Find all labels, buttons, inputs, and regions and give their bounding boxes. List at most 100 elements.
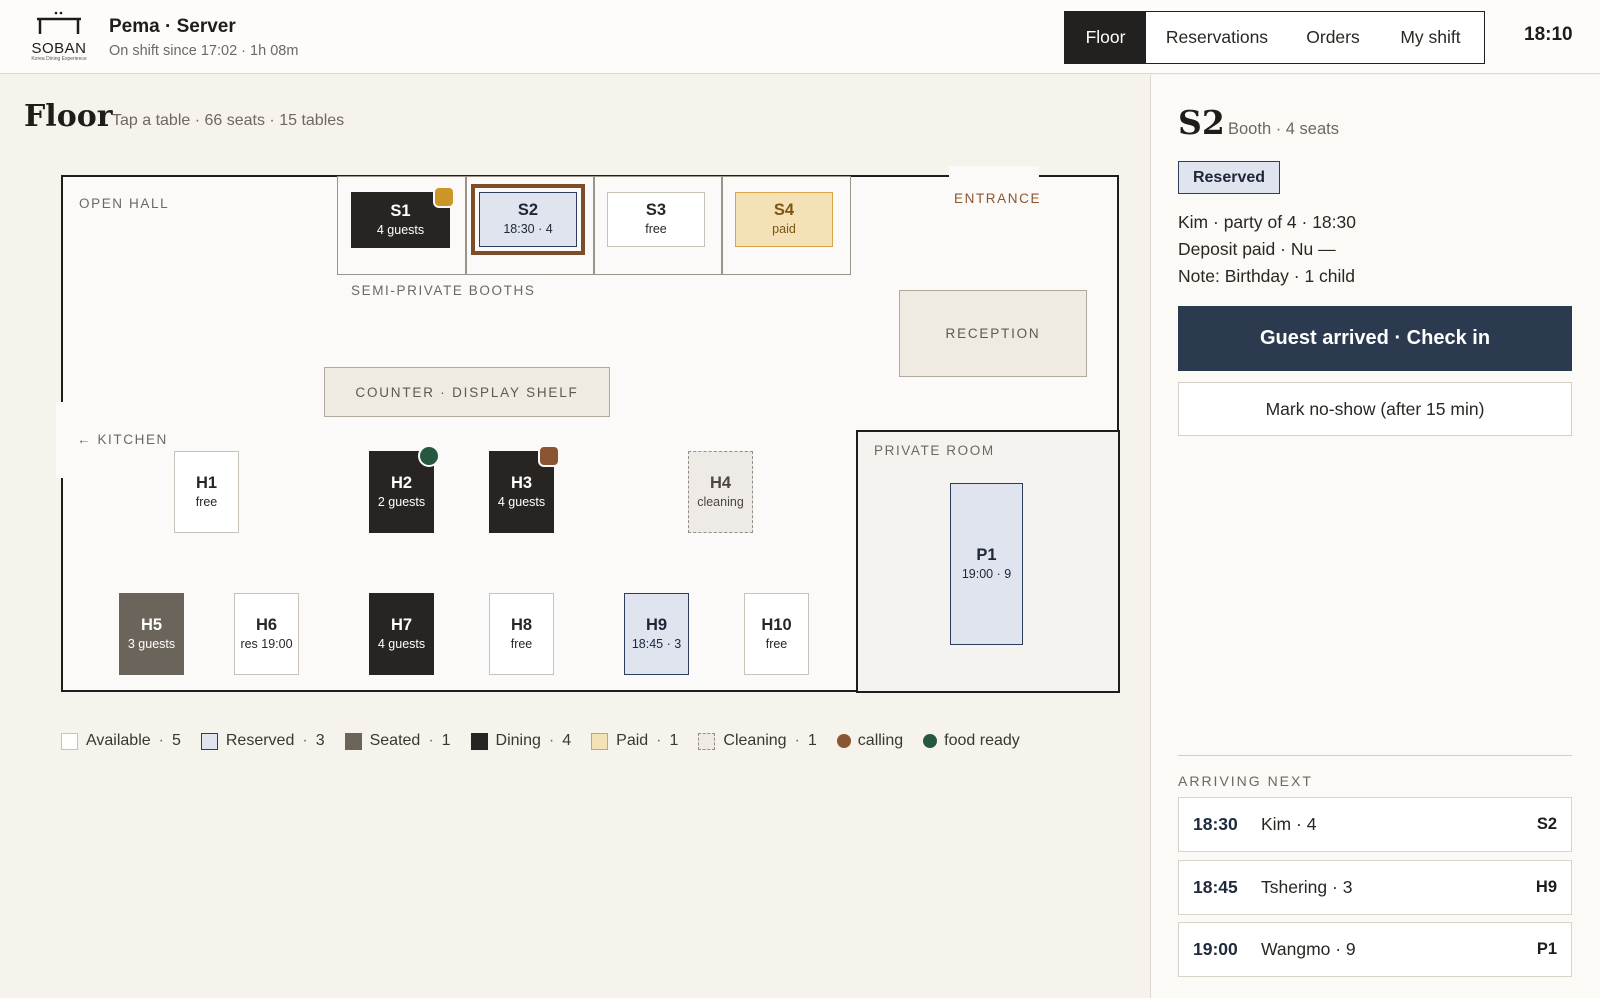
seated-swatch	[344, 732, 362, 750]
legend-count: 1	[441, 732, 451, 749]
legend-cleaning: Cleaning · 1	[698, 732, 817, 750]
legend-label: Paid	[616, 732, 649, 749]
table-status-text: free	[510, 636, 533, 651]
legend-count: 3	[315, 732, 325, 749]
server-name: Pema · Server	[109, 16, 236, 37]
table-id: H8	[510, 615, 533, 634]
tab-orders[interactable]: Orders	[1288, 12, 1378, 63]
dining-swatch	[470, 732, 488, 750]
tab-floor[interactable]: Floor	[1065, 12, 1146, 63]
table-status-text: 19:00 · 9	[961, 566, 1012, 581]
table-id: H1	[195, 473, 218, 492]
legend-count: 1	[669, 732, 679, 749]
table-id: H9	[645, 615, 668, 634]
arrival-row[interactable]: 18:45 Tshering · 3 H9	[1178, 860, 1572, 915]
legend-label: Reserved	[225, 732, 295, 749]
table-id: S2	[517, 201, 539, 220]
detail-table-id: S2	[1178, 103, 1225, 142]
legend-label: Available	[86, 732, 151, 749]
counter-display-shelf: COUNTER · DISPLAY SHELF	[324, 367, 610, 417]
legend-label: Cleaning	[723, 732, 787, 749]
table-s3[interactable]: S3 free	[607, 192, 705, 247]
table-h7[interactable]: H7 4 guests	[369, 593, 434, 675]
detail-table-type: Booth · 4 seats	[1228, 120, 1339, 138]
table-status-text: cleaning	[697, 494, 744, 509]
arrival-time: 18:30	[1193, 814, 1238, 834]
table-id: H7	[390, 615, 413, 634]
table-status-text: free	[645, 222, 667, 237]
server-info: Pema · Server On shift since 17:02 · 1h …	[109, 16, 298, 59]
paid-swatch	[591, 732, 609, 750]
legend-label: calling	[857, 732, 904, 749]
table-h4[interactable]: H4 cleaning	[688, 451, 753, 533]
legend-count: 4	[562, 732, 572, 749]
clock: 18:10	[1524, 24, 1573, 45]
table-h8[interactable]: H8 free	[489, 593, 554, 675]
table-h6[interactable]: H6 res 19:00	[234, 593, 299, 675]
page-subtitle: Tap a table · 66 seats · 15 tables	[112, 112, 345, 129]
no-show-button[interactable]: Mark no-show (after 15 min)	[1178, 382, 1572, 436]
table-status-text: free	[195, 494, 218, 509]
arrival-time: 18:45	[1193, 877, 1238, 897]
logo-tagline: Korea Dining Experience	[31, 56, 87, 62]
divider	[1178, 755, 1572, 756]
table-status-text: paid	[772, 222, 796, 237]
page-title: Floor	[24, 99, 113, 134]
legend-reserved: Reserved · 3	[200, 732, 325, 750]
entrance-opening	[949, 166, 1039, 180]
table-s4[interactable]: S4 paid	[735, 192, 833, 247]
arrival-row[interactable]: 18:30 Kim · 4 S2	[1178, 797, 1572, 852]
zone-booths: SEMI-PRIVATE BOOTHS	[351, 283, 536, 298]
arrival-table: S2	[1536, 815, 1557, 833]
legend-label: Seated	[369, 732, 421, 749]
table-id: H4	[709, 473, 732, 492]
shift-status: On shift since 17:02 · 1h 08m	[109, 43, 299, 59]
table-id: H2	[390, 473, 413, 492]
top-bar: SOBAN Korea Dining Experience Pema · Ser…	[0, 0, 1600, 74]
table-id: H6	[255, 615, 278, 634]
reservation-deposit: Deposit paid · Nu —	[1178, 239, 1336, 259]
check-in-button[interactable]: Guest arrived · Check in	[1178, 306, 1572, 371]
reserved-swatch	[200, 732, 218, 750]
table-h1[interactable]: H1 free	[174, 451, 239, 533]
food-ready-dot-icon	[923, 734, 938, 748]
table-status-text: 4 guests	[376, 222, 425, 237]
table-status-text: 18:30 · 4	[503, 222, 553, 237]
calling-indicator	[538, 445, 560, 467]
soban-logo: SOBAN Korea Dining Experience	[26, 10, 92, 64]
arrival-row[interactable]: 19:00 Wangmo · 9 P1	[1178, 922, 1572, 977]
legend-label: Dining	[495, 732, 541, 749]
available-swatch	[61, 732, 78, 750]
status-legend: Available · 5 Reserved · 3 Seated · 1 Dining · 4…	[61, 732, 1040, 750]
arrival-time: 19:00	[1193, 939, 1238, 959]
arrival-table: H9	[1535, 878, 1557, 896]
cleaning-swatch	[698, 732, 716, 750]
legend-label: food ready	[944, 732, 1020, 749]
legend-seated: Seated · 1	[344, 732, 451, 750]
table-s2[interactable]: S2 18:30 · 4	[479, 192, 577, 247]
arrival-guest: Kim · 4	[1261, 814, 1317, 834]
zone-kitchen: ← KITCHEN	[77, 432, 168, 447]
zone-open-hall: OPEN HALL	[79, 196, 170, 211]
legend-dining: Dining · 4	[470, 732, 572, 750]
legend-paid: Paid · 1	[591, 732, 678, 750]
table-h10[interactable]: H10 free	[744, 593, 809, 675]
table-p1[interactable]: P1 19:00 · 9	[950, 483, 1023, 645]
reservation-note: Note: Birthday · 1 child	[1178, 266, 1356, 286]
table-status-text: res 19:00	[240, 636, 293, 651]
table-h5[interactable]: H5 3 guests	[119, 593, 184, 675]
tab-reservations[interactable]: Reservations	[1146, 12, 1288, 63]
legend-count: 1	[807, 732, 817, 749]
table-status-text: free	[765, 636, 788, 651]
logo-wordmark: SOBAN	[31, 40, 87, 57]
main-nav: Floor Reservations Orders My shift	[1064, 11, 1485, 64]
legend-count: 5	[171, 732, 181, 749]
table-h9[interactable]: H9 18:45 · 3	[624, 593, 689, 675]
zone-private-room: PRIVATE ROOM	[874, 443, 995, 458]
table-status-text: 4 guests	[497, 494, 546, 509]
legend-calling: calling	[836, 732, 904, 750]
arrival-guest: Wangmo · 9	[1261, 939, 1356, 959]
legend-available: Available · 5	[61, 732, 181, 750]
table-logo-icon	[37, 11, 81, 34]
tab-my-shift[interactable]: My shift	[1378, 12, 1483, 63]
